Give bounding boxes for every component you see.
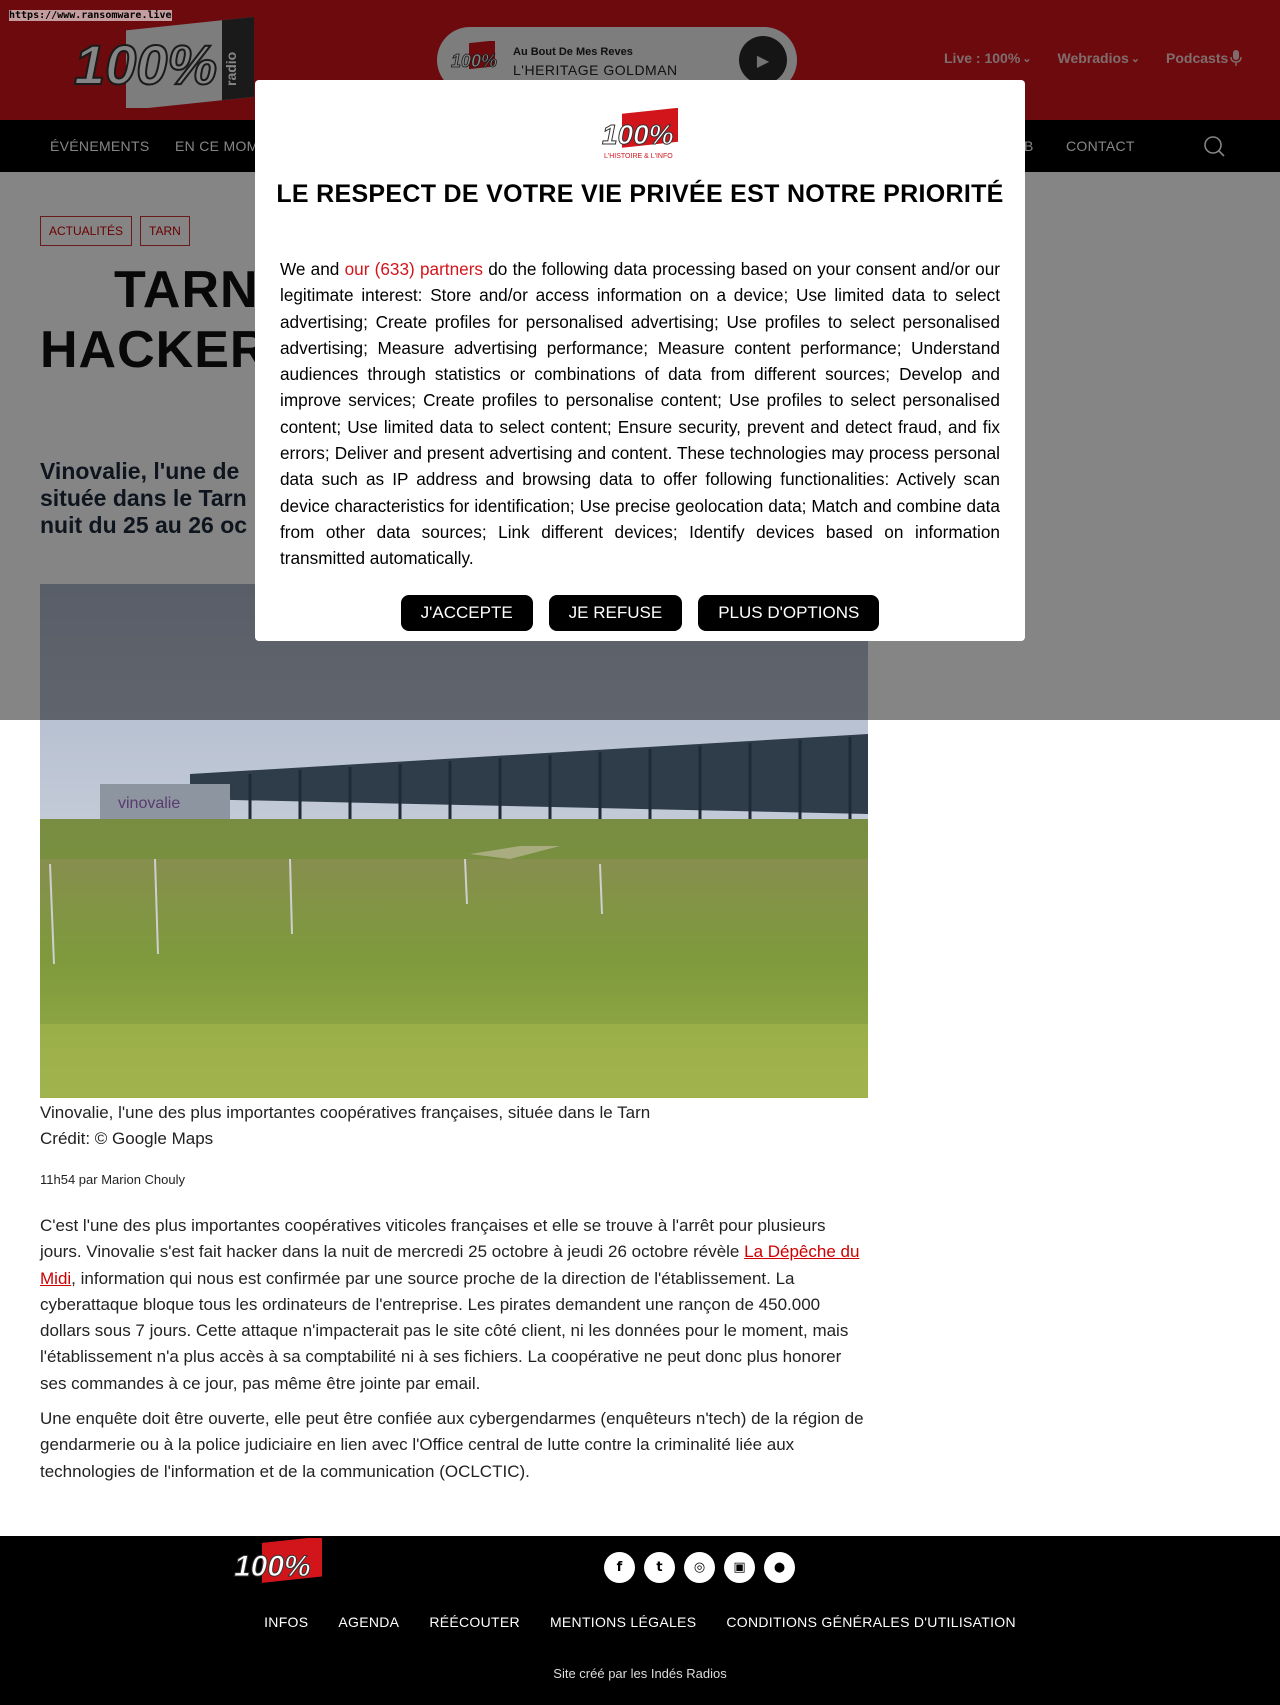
consent-text-start: We and (280, 259, 345, 279)
photo-caption: Vinovalie, l'une des plus importantes co… (40, 1100, 650, 1152)
android-icon[interactable]: ▣ (724, 1552, 755, 1583)
consent-buttons: J'ACCEPTE JE REFUSE PLUS D'OPTIONS (255, 595, 1025, 631)
consent-text: We and our (633) partners do the followi… (280, 256, 1000, 572)
facebook-icon[interactable]: f (604, 1552, 635, 1583)
consent-text-body: do the following data processing based o… (280, 259, 1000, 569)
footer-logo[interactable]: 100% (232, 1538, 326, 1588)
article-paragraph-1: C'est l'une des plus importantes coopéra… (40, 1213, 870, 1397)
refuse-button[interactable]: JE REFUSE (548, 595, 683, 631)
svg-text:vinovalie: vinovalie (118, 795, 180, 812)
consent-title: LE RESPECT DE VOTRE VIE PRIVÉE EST NOTRE… (276, 180, 1004, 208)
svg-text:100%: 100% (602, 119, 674, 150)
paragraph-text: C'est l'une des plus importantes coopéra… (40, 1216, 826, 1262)
footer-link-reecouter[interactable]: RÉÉCOUTER (429, 1614, 520, 1630)
instagram-icon[interactable]: ◎ (684, 1552, 715, 1583)
url-label: https://www.ransomware.live (9, 10, 172, 21)
footer-link-agenda[interactable]: AGENDA (338, 1614, 399, 1630)
footer-link-cgu[interactable]: CONDITIONS GÉNÉRALES D'UTILISATION (726, 1614, 1016, 1630)
caption-text: Vinovalie, l'une des plus importantes co… (40, 1103, 651, 1122)
twitter-icon[interactable]: t (644, 1552, 675, 1583)
more-options-button[interactable]: PLUS D'OPTIONS (698, 595, 880, 631)
article-byline: 11h54 par Marion Chouly (40, 1172, 186, 1187)
svg-text:L'HISTOIRE & L'INFO: L'HISTOIRE & L'INFO (604, 153, 673, 160)
footer-credit: Site créé par les Indés Radios (553, 1666, 727, 1681)
caption-credit: Crédit: © Google Maps (40, 1129, 214, 1148)
apple-icon[interactable]: ● (764, 1552, 795, 1583)
accept-button[interactable]: J'ACCEPTE (400, 595, 533, 631)
svg-text:100%: 100% (234, 1550, 311, 1583)
footer-link-infos[interactable]: INFOS (264, 1614, 308, 1630)
paragraph-text: , information qui nous est confirmée par… (40, 1268, 849, 1393)
consent-modal: 100% L'HISTOIRE & L'INFO LE RESPECT DE V… (255, 80, 1025, 641)
footer-link-mentions[interactable]: MENTIONS LÉGALES (550, 1614, 696, 1630)
social-links: f t ◎ ▣ ● (604, 1552, 795, 1583)
partners-link[interactable]: our (633) partners (345, 259, 483, 279)
footer-links: INFOS AGENDA RÉÉCOUTER MENTIONS LÉGALES … (0, 1614, 1280, 1630)
consent-logo: 100% L'HISTOIRE & L'INFO (602, 108, 678, 160)
article-paragraph-2: Une enquête doit être ouverte, elle peut… (40, 1409, 864, 1481)
